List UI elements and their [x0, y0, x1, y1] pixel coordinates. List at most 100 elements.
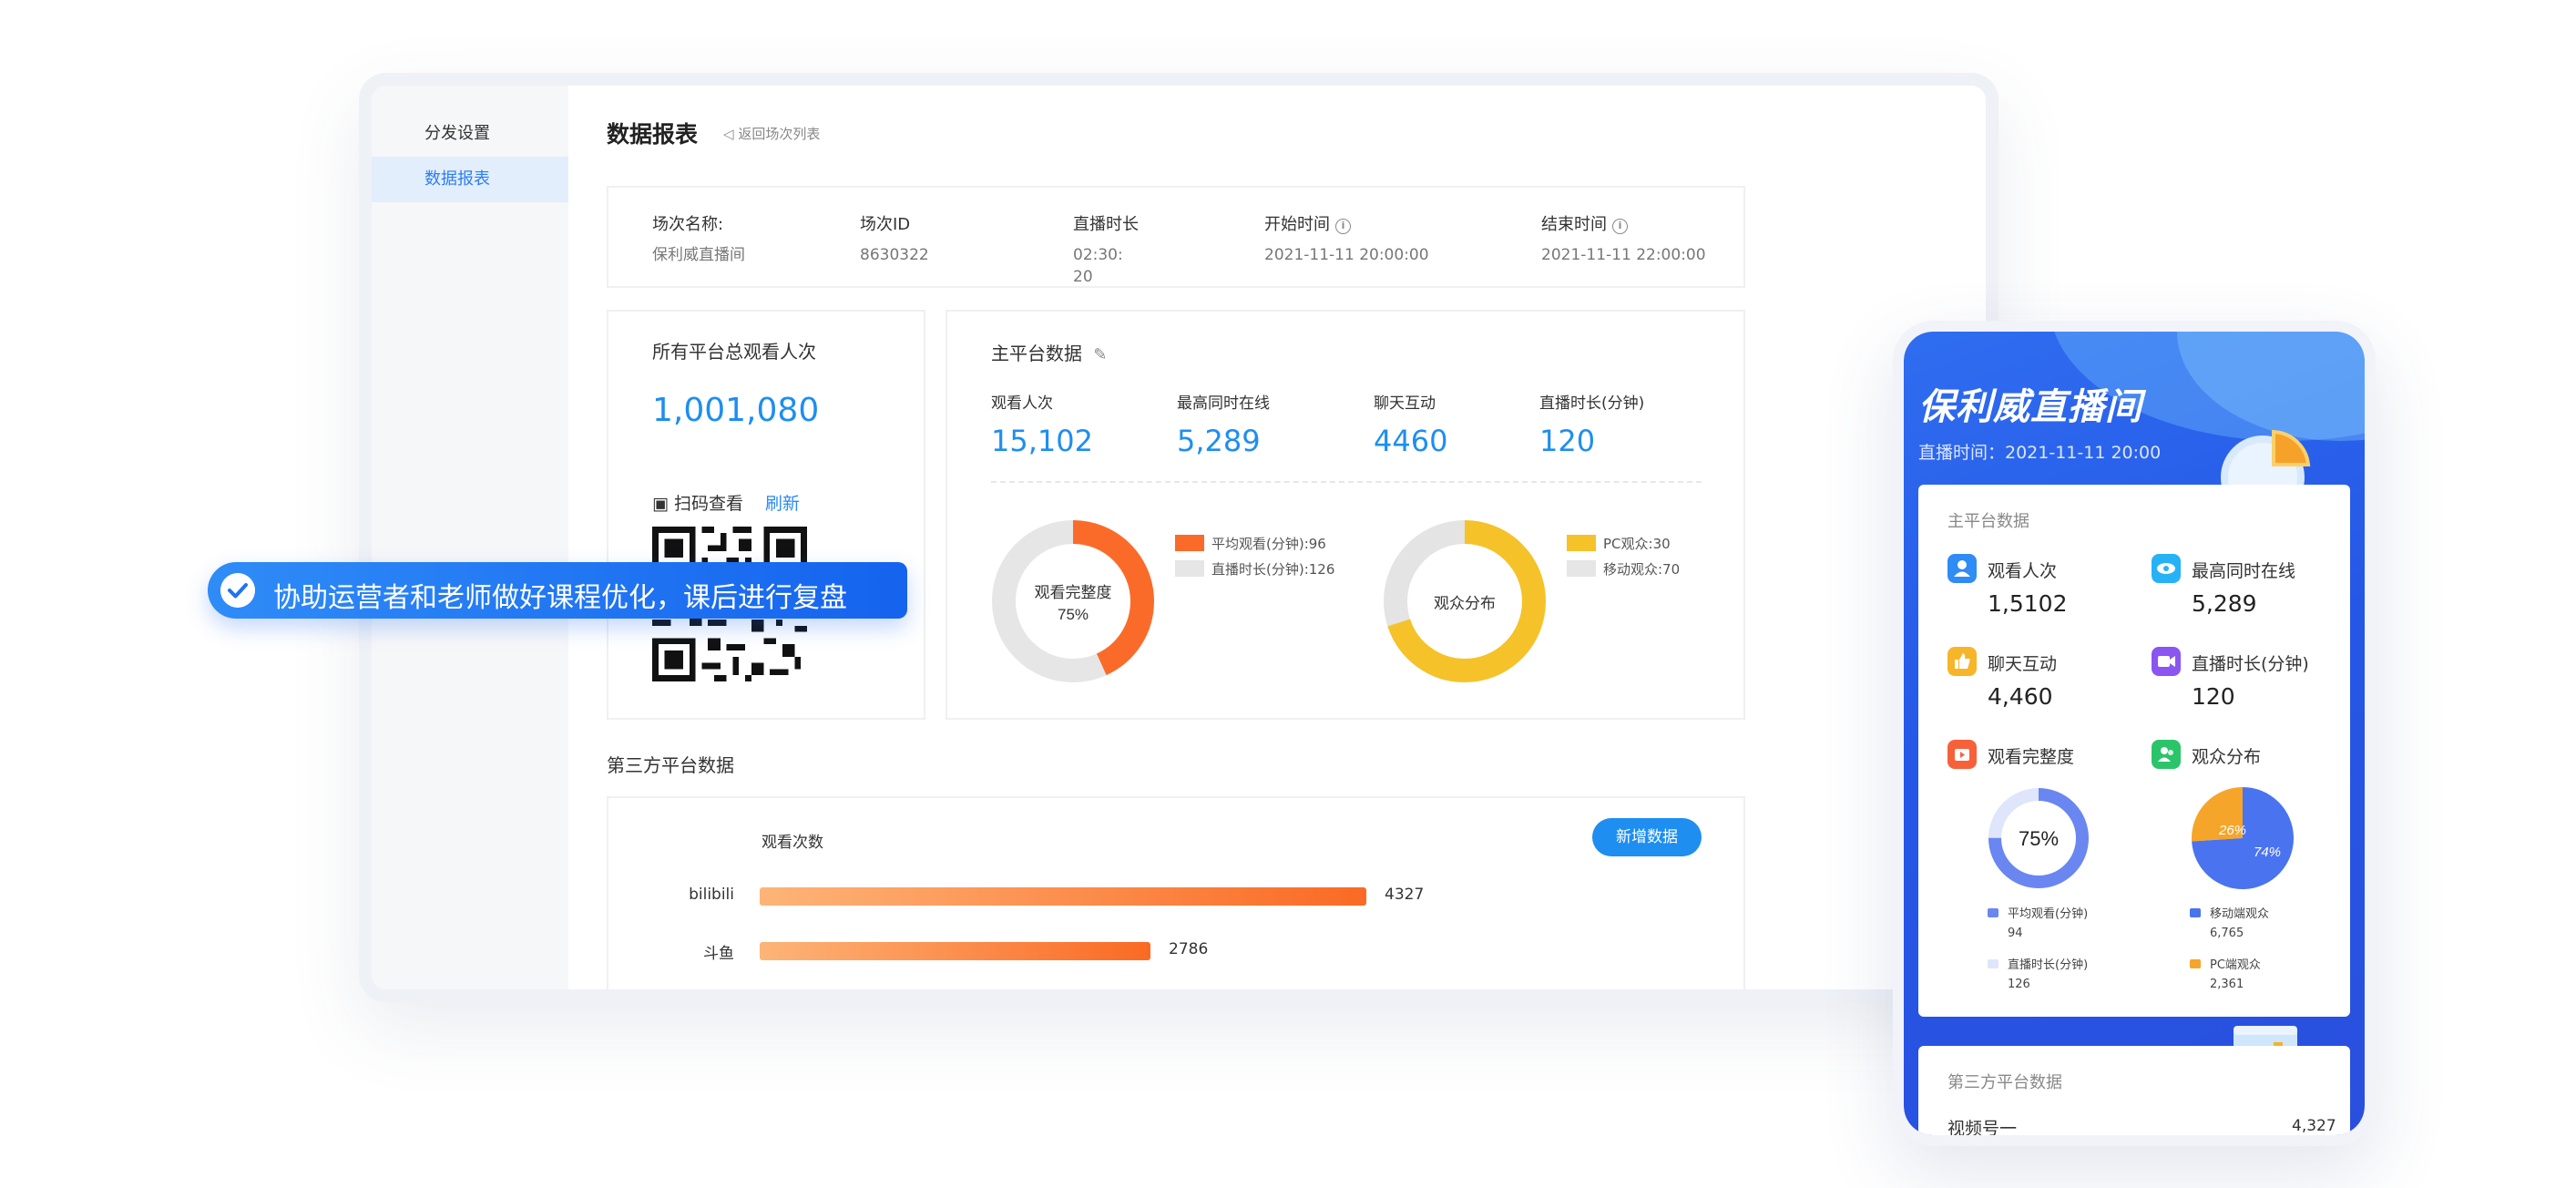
- audience-donut: 观众分布: [1384, 520, 1546, 682]
- highlight-banner: 协助运营者和老师做好课程优化，课后进行复盘: [208, 562, 907, 619]
- legend-value: 126: [2008, 978, 2030, 991]
- legend-label: 移动观众:70: [1603, 560, 1681, 578]
- back-link-label: 返回场次列表: [738, 126, 821, 142]
- phone-stat-label: 直播时长(分钟): [2192, 654, 2309, 674]
- legend-item: 平均观看(分钟) 94: [1988, 904, 2088, 940]
- check-icon: [220, 573, 255, 608]
- stage: 分发设置 数据报表 数据报表 ◁ 返回场次列表 场次名称: 保利威直播间 场次I…: [0, 0, 2576, 1188]
- desktop-window: 分发设置 数据报表 数据报表 ◁ 返回场次列表 场次名称: 保利威直播间 场次I…: [359, 73, 1998, 1002]
- sidebar-item-report[interactable]: 数据报表: [372, 157, 568, 202]
- phone-completion-legend: 平均观看(分钟) 94 直播时长(分钟) 126: [1988, 904, 2088, 1006]
- legend-item: 移动观众:70: [1567, 556, 1680, 581]
- phone-stat-label: 最高同时在线: [2192, 561, 2296, 581]
- legend-item: 直播时长(分钟):126: [1175, 556, 1334, 581]
- main-content: 数据报表 ◁ 返回场次列表 场次名称: 保利威直播间 场次ID 8630322: [568, 86, 1986, 989]
- legend-item: PC观众:30: [1567, 530, 1680, 556]
- stat-chat: 聊天互动 4460: [1374, 390, 1447, 458]
- chevron-left-icon: ◁: [723, 126, 734, 142]
- legend-swatch: [1175, 535, 1204, 551]
- completion-center-label: 观看完整度: [1035, 584, 1112, 601]
- legend-label: PC观众:30: [1603, 535, 1671, 552]
- info-label: 场次名称:: [652, 215, 724, 234]
- info-label: 开始时间: [1264, 215, 1330, 234]
- legend-label: PC端观众: [2210, 958, 2261, 972]
- add-data-button[interactable]: 新增数据: [1592, 818, 1702, 856]
- views-label: 观看次数: [762, 834, 823, 852]
- info-start-time: 开始时间 i 2021-11-11 20:00:00: [1264, 211, 1429, 266]
- bar-label: bilibili: [689, 886, 734, 904]
- stat-views: 观看人次 15,102: [991, 390, 1093, 458]
- eye-icon: [2152, 554, 2181, 583]
- phone-stat-value: 1,5102: [1988, 590, 2068, 617]
- completion-legend: 平均观看(分钟):96 直播时长(分钟):126: [1175, 530, 1334, 581]
- total-views-label: 所有平台总观看人次: [652, 341, 816, 363]
- info-label: 直播时长: [1073, 215, 1139, 234]
- phone-screen: 保利威直播间 直播时间：2021-11-11 20:00 主平台数据 观看人次 …: [1904, 332, 2365, 1135]
- legend-swatch: [1175, 560, 1204, 577]
- legend-swatch: [1988, 908, 1998, 917]
- stat-duration: 直播时长(分钟) 120: [1539, 390, 1644, 458]
- phone-completion-center: 75%: [2019, 827, 2059, 850]
- phone-third-row-value: 4,327: [2292, 1117, 2336, 1135]
- info-session-id: 场次ID 8630322: [860, 211, 929, 266]
- audience-center-label: 观众分布: [1434, 595, 1496, 612]
- info-label: 场次ID: [860, 215, 911, 234]
- legend-item: 直播时长(分钟) 126: [1988, 955, 2088, 991]
- info-value: 2021-11-11 22:00:00: [1541, 246, 1706, 264]
- bar-label: 斗鱼: [703, 945, 734, 963]
- phone-main-card: 主平台数据 观看人次 1,5102 最高同时在线 5,289 聊天互动 4,46…: [1918, 485, 2350, 1017]
- stat-label: 观看人次: [991, 394, 1053, 413]
- phone-third-party-card: 第三方平台数据 视频号一 4,327: [1918, 1046, 2350, 1135]
- legend-swatch: [1567, 560, 1596, 577]
- stat-label: 聊天互动: [1374, 394, 1436, 413]
- info-value: 2021-11-11 20:00:00: [1264, 246, 1429, 264]
- third-party-title: 第三方平台数据: [607, 754, 734, 776]
- phone-completion-ring: 75%: [1988, 788, 2089, 888]
- bar: [760, 887, 1366, 906]
- legend-label: 移动端观众: [2210, 907, 2270, 921]
- back-link[interactable]: ◁ 返回场次列表: [723, 124, 820, 143]
- phone-title: 保利威直播间: [1918, 386, 2142, 428]
- info-icon[interactable]: i: [1335, 219, 1351, 234]
- legend-swatch: [1567, 535, 1596, 551]
- bar-value: 4327: [1385, 886, 1425, 904]
- play-icon: [1947, 740, 1977, 769]
- info-value: 保利威直播间: [652, 246, 745, 264]
- main-platform-card: 主平台数据 ✎ 观看人次 15,102 最高同时在线 5,289 聊天互动 44…: [946, 310, 1745, 720]
- phone-audience-pie: 26% 74%: [2192, 787, 2294, 889]
- bar-value: 2786: [1169, 940, 1209, 958]
- legend-item: 移动端观众 6,765: [2190, 904, 2269, 940]
- stat-peak-online: 最高同时在线 5,289: [1177, 390, 1270, 458]
- legend-value: 2,361: [2210, 978, 2244, 991]
- phone-third-party-title: 第三方平台数据: [1947, 1073, 2062, 1092]
- legend-label: 直播时长(分钟): [2008, 958, 2089, 972]
- divider: [991, 481, 1702, 483]
- legend-value: 6,765: [2210, 927, 2244, 940]
- scan-icon: ▣: [652, 494, 669, 514]
- completion-center-value: 75%: [1058, 606, 1089, 623]
- legend-swatch: [2190, 908, 2201, 917]
- page-title: 数据报表: [607, 121, 699, 148]
- main-platform-title-text: 主平台数据: [991, 343, 1082, 364]
- info-session-name: 场次名称: 保利威直播间: [652, 211, 745, 266]
- stat-value: 4460: [1374, 424, 1448, 458]
- total-views-value: 1,001,080: [652, 392, 820, 429]
- info-icon[interactable]: i: [1612, 219, 1628, 234]
- pie-label: 26%: [2218, 823, 2246, 838]
- info-value: 02:30: 20: [1073, 246, 1123, 286]
- info-label: 结束时间: [1541, 215, 1607, 234]
- phone-audience-label: 观众分布: [2192, 747, 2262, 767]
- sidebar-item-distribution[interactable]: 分发设置: [372, 111, 568, 157]
- phone-stat-value: 4,460: [1988, 683, 2053, 710]
- stat-value: 5,289: [1177, 424, 1261, 458]
- pie-label: 74%: [2254, 845, 2281, 860]
- stat-label: 最高同时在线: [1177, 394, 1270, 413]
- phone-card-title: 主平台数据: [1947, 512, 2029, 531]
- legend-swatch: [2190, 959, 2201, 968]
- refresh-link[interactable]: 刷新: [765, 490, 800, 515]
- legend-item: PC端观众 2,361: [2190, 955, 2269, 991]
- edit-icon[interactable]: ✎: [1093, 345, 1107, 364]
- legend-item: 平均观看(分钟):96: [1175, 530, 1334, 556]
- phone-third-row-name: 视频号一: [1947, 1119, 2018, 1135]
- qr-label-text: 扫码查看: [674, 494, 744, 514]
